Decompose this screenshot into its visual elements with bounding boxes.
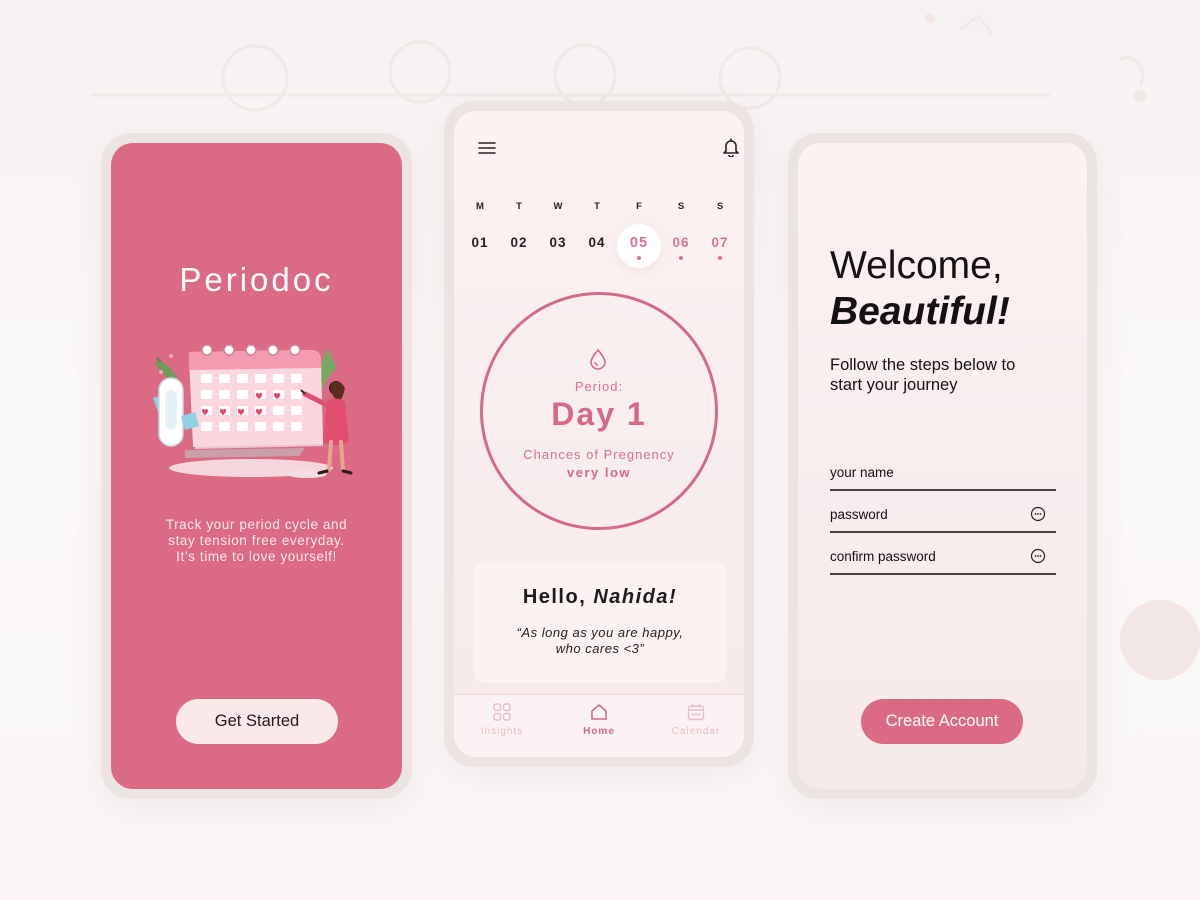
subtitle-line: start your journey bbox=[830, 376, 958, 394]
home-screen: M 01 T 02 W 03 T 04 F 05 S 06 S 07 Perio… bbox=[454, 111, 744, 757]
greeting-hello: Hello, bbox=[522, 586, 587, 608]
period-day: Day 1 bbox=[551, 396, 647, 432]
signup-screen: Welcome, Beautiful! Follow the steps bel… bbox=[798, 143, 1087, 789]
tagline-line: It’s time to love yourself! bbox=[176, 549, 337, 564]
day-item-today[interactable]: F 05 bbox=[619, 201, 659, 260]
day-item[interactable]: M 01 bbox=[460, 201, 500, 250]
tagline-line: Track your period cycle and bbox=[165, 517, 348, 532]
nav-item-calendar[interactable]: Calendar bbox=[656, 703, 736, 737]
day-date: 01 bbox=[471, 235, 489, 250]
day-indicator-dot bbox=[637, 256, 641, 260]
period-label: Period: bbox=[574, 379, 624, 394]
greeting: Hello, Nahida! bbox=[474, 586, 726, 609]
subtitle-line: Follow the steps below to bbox=[830, 356, 1016, 374]
drop-icon bbox=[590, 348, 606, 370]
day-name: M bbox=[476, 201, 484, 212]
menu-icon[interactable] bbox=[478, 141, 496, 155]
day-name: T bbox=[516, 201, 522, 212]
bottom-nav: Insights Home Calendar bbox=[454, 694, 744, 757]
create-account-button[interactable]: Create Account bbox=[861, 699, 1023, 744]
calendar-illustration bbox=[153, 344, 353, 478]
eye-icon[interactable] bbox=[1030, 506, 1046, 522]
day-date: 07 bbox=[711, 235, 729, 250]
greeting-name: Nahida! bbox=[593, 586, 678, 608]
day-date: 03 bbox=[549, 235, 567, 250]
day-indicator-dot bbox=[679, 256, 683, 260]
day-item[interactable]: S 07 bbox=[700, 201, 740, 260]
day-item[interactable]: T 02 bbox=[499, 201, 539, 250]
password-field-placeholder: password bbox=[830, 507, 888, 522]
password-field[interactable]: password bbox=[830, 503, 1056, 533]
signup-subtitle: Follow the steps below to start your jou… bbox=[830, 355, 1015, 395]
home-phone: M 01 T 02 W 03 T 04 F 05 S 06 S 07 Perio… bbox=[444, 101, 754, 767]
eye-icon[interactable] bbox=[1030, 548, 1046, 564]
nav-label: Home bbox=[583, 726, 615, 737]
pregnancy-chance-value: very low bbox=[566, 465, 632, 480]
day-name: F bbox=[636, 201, 642, 212]
welcome-title: Welcome, bbox=[830, 244, 1003, 287]
app-logo: Periodoc bbox=[179, 261, 334, 298]
name-field[interactable]: your name bbox=[830, 461, 1056, 491]
signup-phone: Welcome, Beautiful! Follow the steps bel… bbox=[788, 133, 1097, 799]
grid-icon bbox=[493, 703, 511, 721]
day-item[interactable]: W 03 bbox=[538, 201, 578, 250]
nav-label: Calendar bbox=[671, 726, 721, 737]
day-name: W bbox=[553, 201, 563, 212]
nav-item-insights[interactable]: Insights bbox=[462, 703, 542, 737]
confirm-password-field[interactable]: confirm password bbox=[830, 545, 1056, 575]
quote-line: “As long as you are happy, bbox=[516, 625, 684, 640]
home-icon bbox=[591, 704, 607, 720]
nav-item-home[interactable]: Home bbox=[559, 703, 639, 737]
day-date: 04 bbox=[588, 235, 606, 250]
quote-line: who cares <3” bbox=[555, 641, 645, 656]
bell-icon[interactable] bbox=[722, 137, 740, 157]
nav-label: Insights bbox=[480, 726, 524, 737]
confirm-password-field-placeholder: confirm password bbox=[830, 549, 936, 564]
day-item[interactable]: S 06 bbox=[661, 201, 701, 260]
name-field-placeholder: your name bbox=[830, 465, 894, 480]
greeting-card: Hello, Nahida! “As long as you are happy… bbox=[474, 563, 726, 683]
calendar-icon bbox=[687, 704, 705, 721]
day-indicator-dot bbox=[718, 256, 722, 260]
get-started-button[interactable]: Get Started bbox=[176, 699, 338, 744]
day-date: 02 bbox=[510, 235, 528, 250]
week-strip: M 01 T 02 W 03 T 04 F 05 S 06 S 07 bbox=[462, 201, 744, 261]
splash-phone: Periodoc Track your period cycle and sta… bbox=[101, 133, 412, 799]
pregnancy-chance-label: Chances of Pregnency bbox=[523, 447, 675, 462]
splash-screen: Periodoc Track your period cycle and sta… bbox=[111, 143, 402, 789]
day-name: T bbox=[594, 201, 600, 212]
tagline: Track your period cycle and stay tension… bbox=[131, 517, 382, 565]
day-name: S bbox=[677, 201, 685, 212]
day-name: S bbox=[716, 201, 724, 212]
tagline-line: stay tension free everyday. bbox=[168, 533, 345, 548]
day-date: 06 bbox=[672, 235, 690, 250]
day-item[interactable]: T 04 bbox=[577, 201, 617, 250]
day-date: 05 bbox=[629, 235, 649, 251]
quote: “As long as you are happy, who cares <3” bbox=[484, 625, 716, 657]
welcome-title-emphasis: Beautiful! bbox=[830, 290, 1010, 333]
